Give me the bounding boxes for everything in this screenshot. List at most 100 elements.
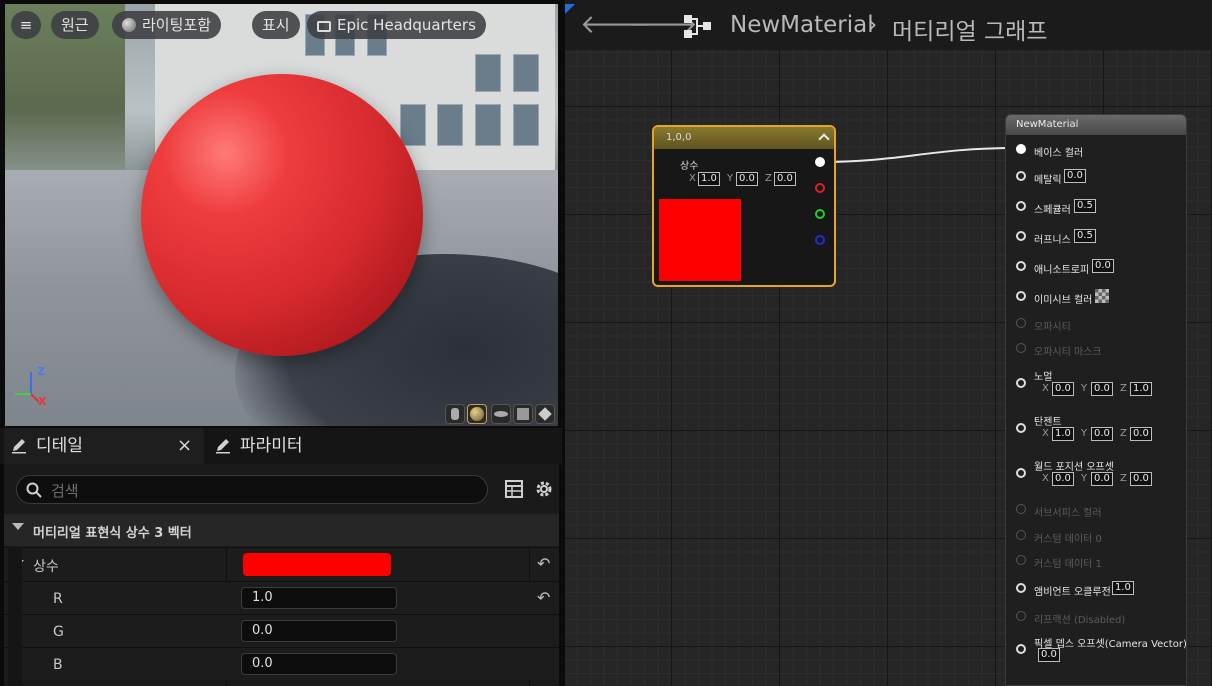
landscape-icon xyxy=(317,21,331,32)
sphere-icon xyxy=(470,407,484,421)
input-pin[interactable] xyxy=(1016,201,1026,211)
pencil-icon xyxy=(12,439,26,454)
input-label: 노멀 xyxy=(1034,372,1053,383)
y-value-field[interactable]: 0.0 xyxy=(736,172,758,186)
search-input[interactable]: 검색 xyxy=(16,475,488,504)
input-pin[interactable] xyxy=(1016,555,1026,565)
normal-x-field[interactable]: 0.0 xyxy=(1052,382,1074,396)
preview-scene-button[interactable]: Epic Headquarters xyxy=(307,11,486,39)
input-label: 베이스 컬러 xyxy=(1034,148,1084,159)
channel-b-field[interactable]: 0.0 xyxy=(241,653,397,675)
tangent-y-field[interactable]: 0.0 xyxy=(1091,427,1113,441)
collapse-chevron-icon[interactable] xyxy=(818,133,830,145)
wpo-x-field[interactable]: 0.0 xyxy=(1052,472,1074,486)
reset-to-default-icon[interactable]: ↶ xyxy=(537,554,550,573)
input-pin[interactable] xyxy=(1016,171,1026,181)
input-value-field[interactable]: 0.0 xyxy=(1064,169,1086,183)
close-tab-button[interactable]: × xyxy=(177,428,192,464)
normal-y-field[interactable]: 0.0 xyxy=(1091,382,1113,396)
show-button[interactable]: 표시 xyxy=(252,11,300,39)
input-pin[interactable] xyxy=(1016,468,1026,478)
input-value-field[interactable]: 0.0 xyxy=(1092,259,1114,273)
plane-icon xyxy=(494,411,508,417)
tab-parameters-label: 파라미터 xyxy=(240,436,303,456)
wpo-y-field[interactable]: 0.0 xyxy=(1091,472,1113,486)
channel-r-field[interactable]: 1.0 xyxy=(241,587,397,609)
category-header[interactable]: 머티리얼 표현식 상수 3 벡터 xyxy=(4,514,559,546)
checker-swatch-icon[interactable] xyxy=(1095,289,1109,303)
input-label: 메탈릭 xyxy=(1034,175,1062,186)
collapse-arrow-icon xyxy=(12,523,24,530)
building-window xyxy=(513,104,539,146)
show-label: 표시 xyxy=(262,16,290,34)
input-pin[interactable] xyxy=(1016,611,1026,621)
viewport-menu-button[interactable]: ≡ xyxy=(11,11,41,39)
constant-row: 상수 ↶ xyxy=(4,547,559,581)
input-label: 스페큘러 xyxy=(1034,205,1071,216)
cylinder-icon xyxy=(451,408,459,420)
tab-parameters[interactable]: 파라미터 xyxy=(210,428,410,464)
preview-sphere xyxy=(141,74,423,356)
normal-z-field[interactable]: 1.0 xyxy=(1130,382,1152,396)
input-value-field[interactable]: 0.5 xyxy=(1074,229,1096,243)
input-pin[interactable] xyxy=(1016,343,1026,353)
z-value-field[interactable]: 0.0 xyxy=(774,172,796,186)
tangent-x-field[interactable]: 1.0 xyxy=(1052,427,1074,441)
z-axis-label: Z xyxy=(765,173,772,184)
input-pin[interactable] xyxy=(1016,318,1026,328)
input-value-field[interactable]: 1.0 xyxy=(1112,581,1134,595)
input-pin[interactable] xyxy=(1016,423,1026,433)
channel-label: R xyxy=(53,591,63,607)
output-pin-rgb[interactable] xyxy=(815,157,825,167)
material-result-node[interactable]: NewMaterial 베이스 컬러 메탈릭 0.0 스페큘러 0.5 러프니스… xyxy=(1005,114,1187,686)
cylinder-preview-button[interactable] xyxy=(445,404,465,424)
cube-preview-button[interactable] xyxy=(513,404,533,424)
breadcrumb-asset[interactable]: NewMaterial xyxy=(730,12,874,38)
output-pin-r[interactable] xyxy=(815,183,825,193)
building-window xyxy=(400,104,426,146)
input-pin[interactable] xyxy=(1016,583,1026,593)
breadcrumb-graph[interactable]: 머티리얼 그래프 xyxy=(892,12,1047,46)
input-pin[interactable] xyxy=(1016,231,1026,241)
perspective-button[interactable]: 원근 xyxy=(51,11,99,39)
preview-scene-label: Epic Headquarters xyxy=(337,16,476,34)
input-pin[interactable] xyxy=(1016,644,1026,654)
constant-color-swatch[interactable] xyxy=(243,553,391,576)
output-pin-g[interactable] xyxy=(815,209,825,219)
gear-icon[interactable] xyxy=(534,479,554,499)
tangent-z-field[interactable]: 0.0 xyxy=(1130,427,1152,441)
x-value-field[interactable]: 1.0 xyxy=(698,172,720,186)
axis-gizmo xyxy=(15,372,40,403)
input-value-field[interactable]: 0.0 xyxy=(1038,648,1060,662)
input-label: 커스텀 데이터 0 xyxy=(1034,534,1102,545)
table-view-icon[interactable] xyxy=(505,480,523,498)
input-label: 탄젠트 xyxy=(1034,417,1062,428)
input-pin[interactable] xyxy=(1016,261,1026,271)
material-preview-viewport[interactable]: ≡ 원근 라이팅포함 표시 Epic Headquarters Z X xyxy=(5,4,558,426)
channel-row-b: B 0.0 xyxy=(4,647,559,680)
channel-g-field[interactable]: 0.0 xyxy=(241,620,397,642)
input-value-field[interactable]: 0.5 xyxy=(1074,199,1096,213)
sphere-preview-button[interactable] xyxy=(467,404,487,424)
input-label: 애니소트로피 xyxy=(1034,265,1090,276)
input-label: 이미시브 컬러 xyxy=(1034,295,1093,306)
plane-preview-button[interactable] xyxy=(491,404,511,424)
wpo-z-field[interactable]: 0.0 xyxy=(1130,472,1152,486)
custom-mesh-preview-button[interactable] xyxy=(535,404,555,424)
input-pin[interactable] xyxy=(1016,291,1026,301)
node-title: 1,0,0 xyxy=(666,132,692,143)
input-pin[interactable] xyxy=(1016,144,1026,154)
channel-label: B xyxy=(53,657,63,673)
constant3vector-node[interactable]: 1,0,0 상수 X 1.0 Y 0.0 Z 0.0 xyxy=(652,125,836,287)
reset-to-default-icon[interactable]: ↶ xyxy=(537,588,550,607)
node-header[interactable]: NewMaterial xyxy=(1006,115,1186,135)
input-label: 리프랙션 (Disabled) xyxy=(1034,615,1126,626)
node-header[interactable]: 1,0,0 xyxy=(654,127,834,149)
input-pin[interactable] xyxy=(1016,530,1026,540)
input-pin[interactable] xyxy=(1016,504,1026,514)
lighting-button[interactable]: 라이팅포함 xyxy=(112,11,222,39)
input-pin[interactable] xyxy=(1016,378,1026,388)
input-label: 오파시티 마스크 xyxy=(1034,347,1102,358)
tab-details[interactable]: 디테일 × xyxy=(4,428,204,464)
output-pin-b[interactable] xyxy=(815,235,825,245)
